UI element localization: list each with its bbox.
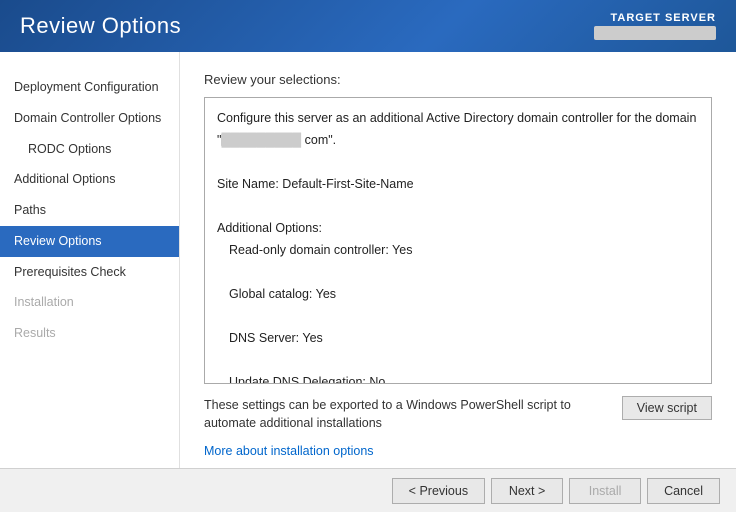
sidebar: Deployment Configuration Domain Controll… <box>0 52 180 468</box>
review-spacer-1 <box>217 152 699 172</box>
review-global-catalog: Global catalog: Yes <box>217 284 699 304</box>
target-server-info: TARGET SERVER ███████████.com <box>594 12 716 40</box>
sidebar-item-results: Results <box>0 318 179 349</box>
review-line-2: "█████████ com". <box>217 130 699 150</box>
sidebar-item-installation: Installation <box>0 287 179 318</box>
review-dns-delegation: Update DNS Delegation: No <box>217 372 699 384</box>
export-section: These settings can be exported to a Wind… <box>204 396 712 434</box>
view-script-button[interactable]: View script <box>622 396 712 420</box>
review-dns-server: DNS Server: Yes <box>217 328 699 348</box>
sidebar-item-prerequisites-check[interactable]: Prerequisites Check <box>0 257 179 288</box>
review-box[interactable]: Configure this server as an additional A… <box>204 97 712 384</box>
target-server-label: TARGET SERVER <box>594 12 716 24</box>
review-additional-options-header: Additional Options: <box>217 218 699 238</box>
review-spacer-4 <box>217 306 699 326</box>
sidebar-item-paths[interactable]: Paths <box>0 195 179 226</box>
section-title: Review your selections: <box>204 72 712 87</box>
footer: < Previous Next > Install Cancel <box>0 468 736 512</box>
previous-button[interactable]: < Previous <box>392 478 485 504</box>
review-spacer-5 <box>217 350 699 370</box>
link-section: More about installation options <box>204 443 712 458</box>
export-text: These settings can be exported to a Wind… <box>204 396 622 434</box>
review-spacer-2 <box>217 196 699 216</box>
sidebar-item-rodc-options[interactable]: RODC Options <box>0 134 179 165</box>
page-title: Review Options <box>20 13 181 39</box>
review-spacer-3 <box>217 262 699 282</box>
cancel-button[interactable]: Cancel <box>647 478 720 504</box>
install-button: Install <box>569 478 641 504</box>
main-layout: Deployment Configuration Domain Controll… <box>0 52 736 468</box>
sidebar-item-domain-controller-options[interactable]: Domain Controller Options <box>0 103 179 134</box>
sidebar-item-deployment-configuration[interactable]: Deployment Configuration <box>0 72 179 103</box>
target-server-value: ███████████.com <box>594 26 716 40</box>
next-button[interactable]: Next > <box>491 478 563 504</box>
sidebar-item-review-options[interactable]: Review Options <box>0 226 179 257</box>
content-area: Review your selections: Configure this s… <box>180 52 736 468</box>
more-about-link[interactable]: More about installation options <box>204 444 374 458</box>
header: Review Options TARGET SERVER ███████████… <box>0 0 736 52</box>
review-site-name: Site Name: Default-First-Site-Name <box>217 174 699 194</box>
review-line-1: Configure this server as an additional A… <box>217 108 699 128</box>
review-rodc: Read-only domain controller: Yes <box>217 240 699 260</box>
sidebar-item-additional-options[interactable]: Additional Options <box>0 164 179 195</box>
